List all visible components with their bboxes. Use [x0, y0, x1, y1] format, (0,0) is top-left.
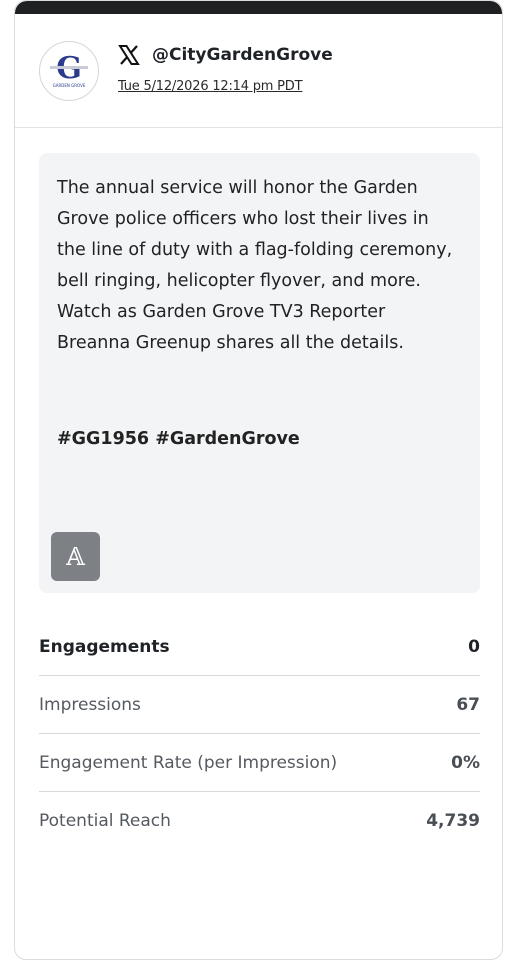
account-handle[interactable]: @CityGardenGrove [152, 45, 333, 65]
metric-row-potential-reach: Potential Reach 4,739 [39, 792, 480, 850]
avatar[interactable]: G GARDEN GROVE [39, 41, 99, 101]
account-row: @CityGardenGrove [118, 43, 333, 67]
card-top-bar [15, 1, 502, 14]
avatar-logo-caption: GARDEN GROVE [53, 83, 86, 88]
post-report-card: G GARDEN GROVE @CityGardenGrove Tue 5/12… [14, 0, 503, 960]
metric-label: Impressions [39, 694, 141, 715]
metric-row-impressions: Impressions 67 [39, 676, 480, 734]
metrics-list: Engagements 0 Impressions 67 Engagement … [39, 618, 480, 850]
post-timestamp-link[interactable]: Tue 5/12/2026 12:14 pm PDT [118, 79, 303, 94]
x-logo-icon [118, 44, 140, 66]
metric-value: 0 [468, 636, 480, 657]
metric-row-engagements: Engagements 0 [39, 618, 480, 676]
metric-label: Engagement Rate (per Impression) [39, 752, 338, 773]
metric-value: 0% [451, 752, 480, 773]
post-body-text: The annual service will honor the Garden… [57, 178, 453, 353]
metric-label: Potential Reach [39, 811, 171, 831]
metric-label: Engagements [39, 636, 170, 657]
metric-value: 67 [456, 694, 480, 715]
post-header: G GARDEN GROVE @CityGardenGrove Tue 5/12… [15, 14, 502, 128]
media-badge-icon[interactable]: 𝔸 [51, 532, 100, 581]
post-content: The annual service will honor the Garden… [39, 153, 480, 593]
metric-row-engagement-rate: Engagement Rate (per Impression) 0% [39, 734, 480, 792]
post-hashtags[interactable]: #GG1956 #GardenGrove [57, 429, 300, 449]
metric-value: 4,739 [426, 811, 480, 831]
